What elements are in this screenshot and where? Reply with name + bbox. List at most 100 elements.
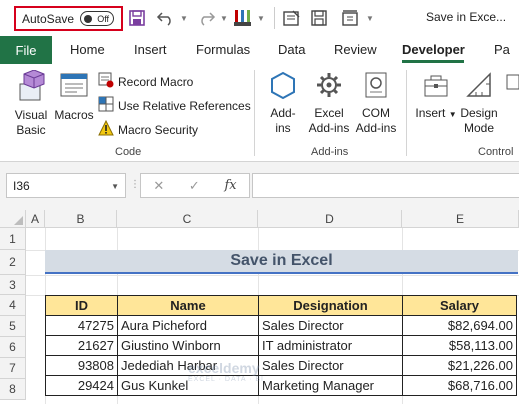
code-group-label: Code (115, 146, 142, 158)
column-header-a[interactable]: A (26, 210, 45, 228)
relative-references-label: Use Relative References (118, 98, 251, 113)
tab-file[interactable]: File (0, 36, 52, 64)
header-designation[interactable]: Designation (258, 295, 403, 316)
insert-function-icon[interactable]: fx (224, 178, 236, 193)
macros-label: Macros (54, 108, 94, 122)
brush-icon[interactable] (232, 8, 254, 28)
form-icon[interactable] (282, 8, 302, 28)
cell-designation[interactable]: IT administrator (258, 335, 403, 356)
design-mode-button[interactable]: Design Mode (456, 70, 502, 136)
tab-formulas[interactable]: Formulas (196, 42, 250, 57)
cell-name[interactable]: Jedediah Harbar (117, 355, 259, 376)
cell-salary[interactable]: $58,113.00 (402, 335, 517, 356)
save-icon[interactable] (128, 8, 146, 28)
header-salary[interactable]: Salary (402, 295, 517, 316)
sheet-title-cell[interactable]: Save in Excel (45, 250, 518, 274)
cell-designation[interactable]: Sales Director (258, 315, 403, 336)
table-row: 47275 Aura Picheford Sales Director $82,… (45, 315, 517, 336)
excel-addins-button[interactable]: Excel Add-ins (304, 70, 354, 136)
cell-designation[interactable]: Sales Director (258, 355, 403, 376)
cell-salary[interactable]: $82,694.00 (402, 315, 517, 336)
ribbon: Visual Basic Macros Record Macro Use Rel… (0, 64, 519, 162)
employee-table: ID Name Designation Salary 47275 Aura Pi… (45, 295, 517, 396)
tab-page-layout[interactable]: Pa (494, 42, 510, 57)
insert-control-button[interactable]: Insert ▼ (414, 70, 458, 122)
cell-name[interactable]: Giustino Winborn (117, 335, 259, 356)
formula-input[interactable] (252, 173, 519, 198)
worksheet-grid: A B C D E 1 2 3 4 5 6 7 8 Save in Excel … (0, 210, 519, 404)
table-header-row: ID Name Designation Salary (45, 295, 517, 316)
header-name[interactable]: Name (117, 295, 259, 316)
com-addins-label-1: COM (362, 106, 390, 120)
chevron-down-icon[interactable]: ▼ (366, 8, 374, 28)
ribbon-tabs: File Home Insert Formulas Data Review De… (0, 36, 519, 64)
addins-group-label: Add-ins (311, 146, 349, 158)
design-mode-label-2: Mode (463, 121, 495, 135)
title-bar: AutoSave Off ▼ ▼ ▼ ▼ Save in Exce... (0, 0, 519, 36)
row-header-2[interactable]: 2 (0, 250, 26, 275)
row-header-7[interactable]: 7 (0, 358, 26, 379)
addins-label-1: Add- (270, 106, 296, 120)
macros-icon (57, 73, 91, 107)
enter-icon[interactable]: ✓ (189, 178, 200, 194)
column-header-b[interactable]: B (45, 210, 117, 228)
drag-handle-icon[interactable]: ⋮ (130, 179, 140, 190)
row-header-1[interactable]: 1 (0, 228, 26, 250)
row-header-8[interactable]: 8 (0, 379, 26, 400)
autosave-toggle[interactable]: Off (80, 11, 115, 26)
warning-icon (98, 119, 114, 139)
chevron-down-icon[interactable]: ▼ (220, 8, 228, 28)
name-box[interactable]: I36 ▼ (6, 173, 126, 198)
relative-references-button[interactable]: Use Relative References (98, 96, 251, 115)
macro-security-button[interactable]: Macro Security (98, 119, 198, 139)
group-separator (254, 70, 255, 156)
cell-name[interactable]: Aura Picheford (117, 315, 259, 336)
record-macro-label: Record Macro (118, 74, 194, 89)
row-header-3[interactable]: 3 (0, 275, 26, 295)
table-row: 93808 Jedediah Harbar Sales Director $21… (45, 355, 517, 376)
redo-icon[interactable] (196, 8, 216, 28)
row-header-5[interactable]: 5 (0, 316, 26, 337)
addins-button[interactable]: Add- ins (264, 70, 302, 136)
cell-id[interactable]: 21627 (45, 335, 118, 356)
header-id[interactable]: ID (45, 295, 118, 316)
document-title: Save in Exce... (426, 10, 507, 24)
design-mode-label-1: Design (460, 106, 498, 120)
cell-id[interactable]: 47275 (45, 315, 118, 336)
cell-salary[interactable]: $68,716.00 (402, 375, 517, 396)
undo-icon[interactable] (156, 8, 176, 28)
cancel-icon[interactable]: ✕ (153, 178, 164, 194)
column-header-c[interactable]: C (117, 210, 258, 228)
cell-id[interactable]: 93808 (45, 355, 118, 376)
row-header-4[interactable]: 4 (0, 295, 26, 316)
chevron-down-icon[interactable]: ▼ (111, 182, 119, 191)
autosave-control[interactable]: AutoSave Off (14, 6, 123, 31)
relative-references-icon (98, 96, 114, 115)
save-as-icon[interactable] (310, 8, 328, 28)
visual-basic-button[interactable]: Visual Basic (8, 69, 54, 138)
cell-salary[interactable]: $21,226.00 (402, 355, 517, 376)
select-all-button[interactable] (0, 210, 26, 228)
row-header-6[interactable]: 6 (0, 337, 26, 358)
excel-addins-label-2: Add-ins (308, 121, 350, 135)
window-icon[interactable] (340, 8, 360, 28)
tab-home[interactable]: Home (70, 42, 105, 57)
tab-review[interactable]: Review (334, 42, 377, 57)
cell-id[interactable]: 29424 (45, 375, 118, 396)
separator (274, 6, 275, 30)
record-macro-icon (98, 72, 114, 91)
chevron-down-icon[interactable]: ▼ (180, 8, 188, 28)
tab-insert[interactable]: Insert (134, 42, 167, 57)
chevron-down-icon[interactable]: ▼ (257, 8, 265, 28)
cell-designation[interactable]: Marketing Manager (258, 375, 403, 396)
column-header-d[interactable]: D (258, 210, 402, 228)
tab-data[interactable]: Data (278, 42, 305, 57)
macros-button[interactable]: Macros (52, 70, 96, 123)
tab-developer[interactable]: Developer (402, 42, 465, 57)
cell-name[interactable]: Gus Kunkel (117, 375, 259, 396)
record-macro-button[interactable]: Record Macro (98, 72, 193, 91)
properties-icon[interactable] (506, 74, 519, 90)
column-header-e[interactable]: E (402, 210, 519, 228)
group-separator (406, 70, 407, 156)
com-addins-button[interactable]: COM Add-ins (354, 70, 398, 136)
